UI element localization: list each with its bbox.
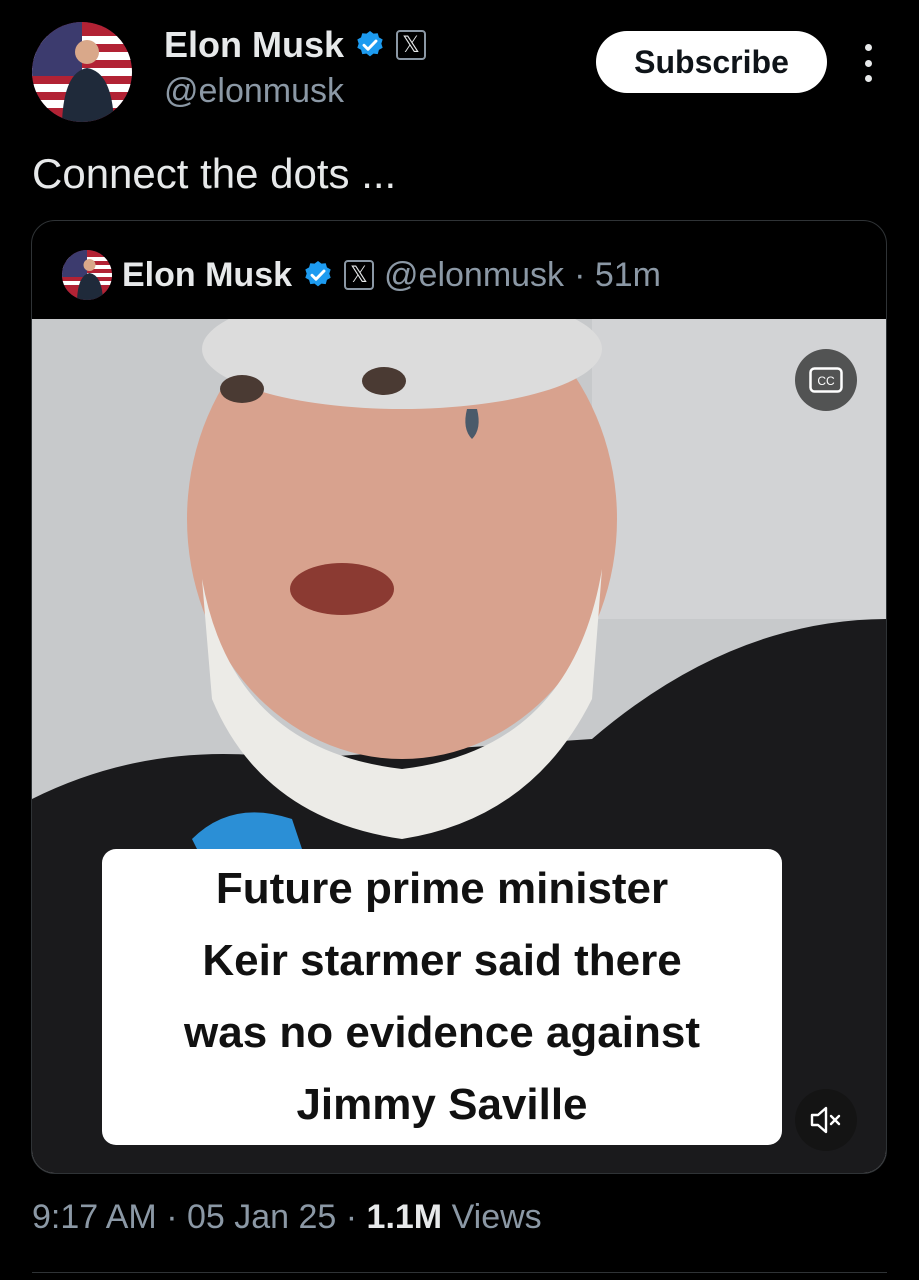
verified-badge-icon — [357, 31, 383, 57]
verified-badge-icon — [305, 261, 331, 287]
caption-line: Jimmy Saville — [296, 1080, 588, 1129]
quoted-timestamp[interactable]: · 51m — [574, 256, 661, 295]
closed-captions-icon: CC — [809, 367, 843, 393]
quoted-author-name[interactable]: Elon Musk — [122, 256, 292, 295]
quoted-author-avatar[interactable] — [62, 250, 112, 300]
muted-volume-icon — [810, 1106, 841, 1134]
x-logo-icon: 𝕏 — [344, 260, 375, 290]
mute-toggle-button[interactable] — [795, 1089, 857, 1151]
svg-text:CC: CC — [817, 374, 835, 388]
video-player[interactable]: CC Future prime minister Keir starmer sa… — [32, 319, 886, 1173]
tweet-meta: 9:17 AM · 05 Jan 25 · 1.1M Views — [32, 1198, 542, 1237]
author-handle[interactable]: @elonmusk — [164, 72, 344, 111]
caption-line: Future prime minister — [215, 864, 669, 913]
x-logo-icon: 𝕏 — [396, 30, 427, 60]
author-avatar[interactable] — [32, 22, 132, 122]
tweet-text: Connect the dots ... — [32, 150, 397, 197]
tweet-time[interactable]: 9:17 AM — [32, 1198, 157, 1236]
views-count: 1.1M — [366, 1198, 443, 1236]
quoted-avatar-image — [62, 250, 112, 300]
video-caption: Future prime minister Keir starmer said … — [102, 849, 782, 1145]
meta-separator: · — [156, 1198, 187, 1236]
author-name[interactable]: Elon Musk — [164, 24, 344, 66]
views-label: Views — [442, 1198, 542, 1236]
quoted-tweet-header: Elon Musk 𝕏 @elonmusk · 51m — [62, 250, 661, 300]
avatar-image — [32, 22, 132, 122]
more-icon[interactable] — [858, 44, 878, 82]
quoted-tweet[interactable]: Elon Musk 𝕏 @elonmusk · 51m CC Future pr… — [31, 220, 887, 1174]
caption-line: was no evidence against — [184, 1008, 700, 1057]
caption-line: Keir starmer said there — [202, 936, 682, 985]
closed-captions-button[interactable]: CC — [795, 349, 857, 411]
tweet-date[interactable]: 05 Jan 25 — [187, 1198, 336, 1236]
quoted-author-handle[interactable]: @elonmusk — [384, 256, 564, 295]
subscribe-button[interactable]: Subscribe — [596, 31, 827, 93]
divider — [32, 1272, 887, 1273]
meta-separator: · — [336, 1198, 367, 1236]
